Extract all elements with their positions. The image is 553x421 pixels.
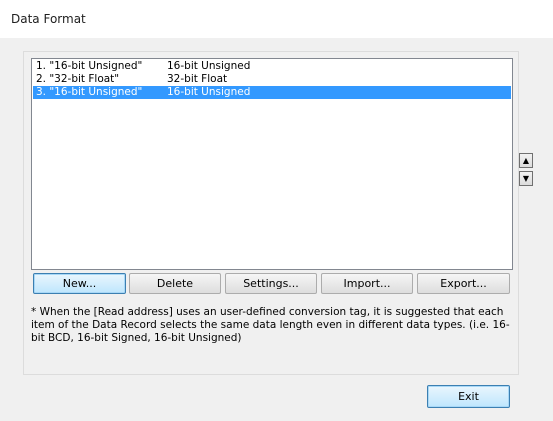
conversion-note: * When the [Read address] uses an user-d… xyxy=(31,306,510,344)
title-bar: Data Format xyxy=(0,0,553,38)
arrow-up-icon: ▲ xyxy=(522,155,530,165)
list-item-type: 16-bit Unsigned xyxy=(167,86,251,98)
list-item-selected[interactable]: 3. "16-bit Unsigned" 16-bit Unsigned xyxy=(33,86,511,99)
window-title: Data Format xyxy=(11,12,86,26)
list-item-type: 32-bit Float xyxy=(167,73,228,85)
move-down-button[interactable]: ▼ xyxy=(519,171,533,186)
delete-button[interactable]: Delete xyxy=(129,273,221,294)
settings-button[interactable]: Settings... xyxy=(225,273,317,294)
import-button[interactable]: Import... xyxy=(321,273,413,294)
arrow-down-icon: ▼ xyxy=(522,173,530,183)
list-item-name: 1. "16-bit Unsigned" xyxy=(36,60,143,72)
list-item-type: 16-bit Unsigned xyxy=(167,60,251,72)
list-item-name: 3. "16-bit Unsigned" xyxy=(36,86,143,98)
export-button[interactable]: Export... xyxy=(417,273,510,294)
move-up-button[interactable]: ▲ xyxy=(519,153,533,168)
list-item[interactable]: 2. "32-bit Float" 32-bit Float xyxy=(33,73,511,86)
list-item-name: 2. "32-bit Float" xyxy=(36,73,120,85)
new-button[interactable]: New... xyxy=(33,273,126,294)
data-format-dialog: Data Format 1. "16-bit Unsigned" 16-bit … xyxy=(0,0,553,421)
exit-button[interactable]: Exit xyxy=(427,385,510,408)
list-item[interactable]: 1. "16-bit Unsigned" 16-bit Unsigned xyxy=(33,60,511,73)
data-format-list[interactable]: 1. "16-bit Unsigned" 16-bit Unsigned 2. … xyxy=(31,58,513,270)
